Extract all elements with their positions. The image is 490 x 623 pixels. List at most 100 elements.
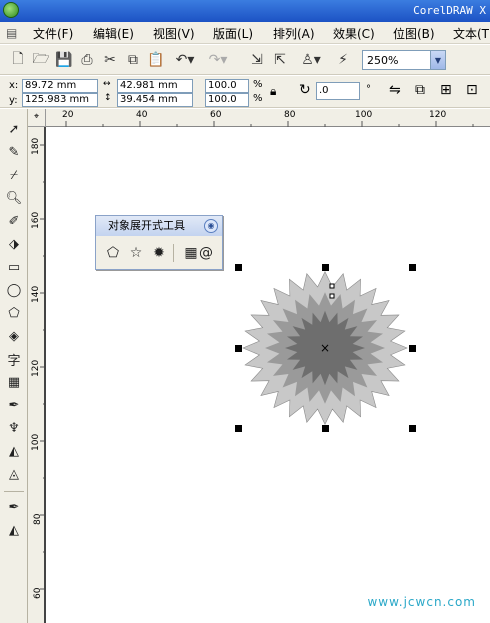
paste-icon[interactable]: 📋 [146, 50, 166, 70]
selection-handle[interactable] [235, 264, 242, 271]
menu-arrange[interactable]: 排列(A) [273, 25, 315, 42]
menu-effects[interactable]: 效果(C) [333, 25, 375, 42]
y-position-field[interactable]: 125.983 mm [22, 93, 98, 107]
shape-tool-icon[interactable]: ✎ [3, 142, 25, 162]
x-label: x: [9, 80, 19, 91]
ruler-tick-label: 140 [31, 285, 41, 303]
rectangle-tool-icon[interactable]: ▭ [3, 257, 25, 277]
page-border [44, 127, 46, 623]
print-icon[interactable]: ⎙ [77, 50, 97, 70]
x-position-field[interactable]: 89.72 mm [22, 79, 98, 93]
mirror-icon[interactable]: ⇋ [389, 82, 401, 98]
ruler-tick-label: 20 [62, 110, 74, 120]
y-label: y: [9, 95, 18, 106]
star-object[interactable]: × [46, 127, 490, 623]
selection-handle[interactable] [409, 345, 416, 352]
smart-fill-tool-icon[interactable]: ⬗ [3, 234, 25, 254]
selection-handle[interactable] [235, 345, 242, 352]
export-icon[interactable]: ⇱ [270, 50, 290, 70]
rotation-angle-field[interactable]: .0 [316, 82, 360, 100]
selection-handle[interactable] [235, 425, 242, 432]
menu-edit[interactable]: 编辑(E) [93, 25, 134, 42]
combine-icon[interactable]: ⊡ [466, 82, 478, 98]
coreldraw-app-icon[interactable] [3, 2, 19, 18]
ruler-tick-label: 100 [31, 433, 41, 451]
polygon-tool-icon[interactable]: ⬠ [3, 303, 25, 323]
ruler-tick-label: 60 [210, 110, 222, 120]
ruler-tick-label: 80 [284, 110, 296, 120]
ruler-tick-label: 180 [31, 137, 41, 155]
ruler-tick-label: 120 [429, 110, 447, 120]
import-icon[interactable]: ⇲ [247, 50, 267, 70]
node-handle [329, 283, 335, 289]
menu-bar: ▤ 文件(F) 编辑(E) 视图(V) 版面(L) 排列(A) 效果(C) 位图… [0, 22, 490, 44]
drawing-canvas[interactable]: × [46, 127, 490, 623]
ruler-tick-label: 60 [33, 587, 43, 599]
object-flyout-toolbar: 对象展开式工具 ◉ ⬠ ☆ ✹ ▦ @ [95, 215, 223, 270]
height-field[interactable]: 39.454 mm [117, 93, 193, 107]
open-file-icon[interactable]: 🗁 [31, 50, 51, 70]
fill-tool-icon[interactable]: ◭ [3, 441, 25, 461]
corel-online-icon[interactable]: ⚡ [333, 50, 353, 70]
freehand-tool-icon[interactable]: ✐ [3, 211, 25, 231]
paint-bucket-icon[interactable]: ◭ [3, 520, 25, 540]
selection-handle[interactable] [409, 425, 416, 432]
menu-text[interactable]: 文本(T) [453, 25, 490, 42]
polygon-icon[interactable]: ⬠ [103, 243, 123, 263]
eyedropper-tool-icon[interactable]: ✒ [3, 395, 25, 415]
outline-tool-icon[interactable]: ♆ [3, 418, 25, 438]
new-file-icon[interactable]: 🗋 [8, 50, 28, 70]
basic-shapes-tool-icon[interactable]: ◈ [3, 326, 25, 346]
flyout-divider [173, 244, 174, 262]
width-field[interactable]: 42.981 mm [117, 79, 193, 93]
percent-label: % [253, 93, 263, 104]
zoom-tool-icon[interactable]: 🔍︎ [3, 188, 25, 208]
redo-icon[interactable]: ↷▾ [205, 50, 231, 70]
horizontal-ruler[interactable]: 20 40 60 80 100 120 [46, 109, 490, 127]
menu-layout[interactable]: 版面(L) [213, 25, 253, 42]
lock-ratio-icon[interactable]: 🔒︎ [270, 84, 276, 99]
menu-file[interactable]: 文件(F) [33, 25, 73, 42]
close-icon[interactable]: ◉ [204, 219, 218, 233]
star-icon[interactable]: ☆ [126, 243, 146, 263]
ruler-origin[interactable]: ⌖ [28, 109, 46, 127]
eyedropper-icon[interactable]: ✒ [3, 497, 25, 517]
ellipse-tool-icon[interactable]: ◯ [3, 280, 25, 300]
node-handle [329, 293, 335, 299]
width-icon: ↔ [103, 79, 111, 89]
ungroup-icon[interactable]: ⊞ [440, 82, 452, 98]
title-bar: CorelDRAW X [0, 0, 490, 22]
spiral-icon[interactable]: @ [196, 243, 216, 263]
selection-handle[interactable] [322, 425, 329, 432]
selection-handle[interactable] [322, 264, 329, 271]
zoom-level-select[interactable]: 250% ▼ [362, 50, 446, 70]
menu-bitmaps[interactable]: 位图(B) [393, 25, 435, 42]
menu-view[interactable]: 视图(V) [153, 25, 195, 42]
ruler-tick-label: 40 [136, 110, 148, 120]
text-tool-icon[interactable]: 字 [3, 349, 25, 369]
group-icon[interactable]: ⧉ [415, 82, 425, 98]
application-launcher-icon[interactable]: ♙▾ [296, 50, 326, 70]
document-icon[interactable]: ▤ [6, 26, 17, 40]
interactive-blend-tool-icon[interactable]: ▦ [3, 372, 25, 392]
percent-label: % [253, 79, 263, 90]
degree-label: ° [366, 84, 371, 95]
crop-tool-icon[interactable]: ⌿ [3, 165, 25, 185]
interactive-fill-tool-icon[interactable]: ◬ [3, 464, 25, 484]
ruler-tick-label: 160 [31, 211, 41, 229]
complex-star-icon[interactable]: ✹ [149, 243, 169, 263]
undo-icon[interactable]: ↶▾ [172, 50, 198, 70]
scale-width-field[interactable]: 100.0 [205, 79, 249, 93]
toolbox-divider [4, 491, 24, 492]
height-icon: ↕ [104, 93, 112, 103]
selection-handle[interactable] [409, 264, 416, 271]
copy-icon[interactable]: ⧉ [123, 50, 143, 70]
chevron-down-icon[interactable]: ▼ [430, 51, 445, 69]
cut-icon[interactable]: ✂ [100, 50, 120, 70]
save-icon[interactable]: 💾 [54, 50, 74, 70]
center-marker-icon: × [320, 341, 330, 355]
pick-tool-icon[interactable]: ➚ [3, 119, 25, 139]
scale-height-field[interactable]: 100.0 [205, 93, 249, 107]
rotate-icon: ↻ [299, 82, 311, 98]
toolbox: ➚ ✎ ⌿ 🔍︎ ✐ ⬗ ▭ ◯ ⬠ ◈ 字 ▦ ✒ ♆ ◭ ◬ ✒ ◭ [0, 109, 28, 623]
